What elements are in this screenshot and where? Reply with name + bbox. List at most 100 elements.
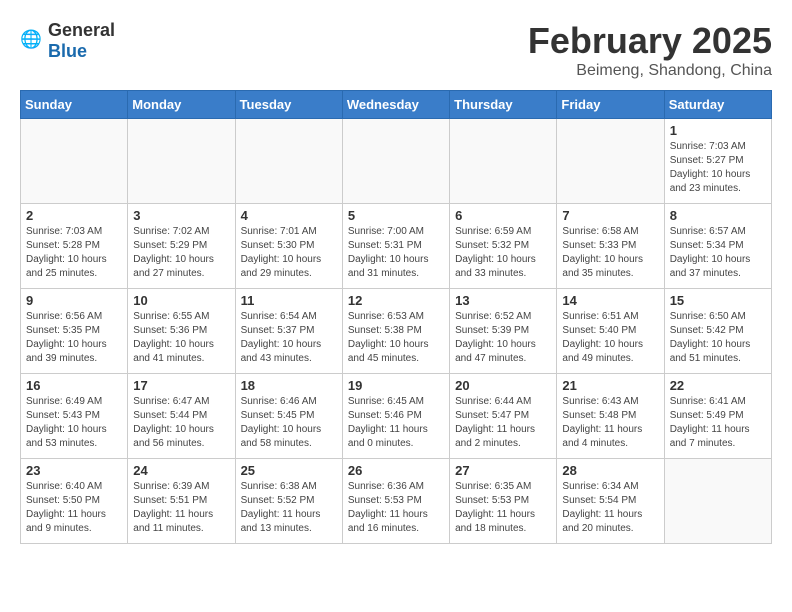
day-info: Sunrise: 6:49 AM Sunset: 5:43 PM Dayligh… bbox=[26, 395, 122, 451]
calendar-cell: 2Sunrise: 7:03 AM Sunset: 5:28 PM Daylig… bbox=[21, 204, 128, 289]
calendar-cell: 5 Sunrise: 7:00 AM Sunset: 5:31 PM Daylig… bbox=[342, 204, 449, 289]
calendar-cell: 6 Sunrise: 6:59 AM Sunset: 5:32 PM Daylig… bbox=[450, 204, 557, 289]
calendar-cell: 15 Sunrise: 6:50 AM Sunset: 5:42 PM Dayli… bbox=[664, 289, 771, 374]
day-number: 5 bbox=[348, 208, 444, 223]
calendar-cell: 25 Sunrise: 6:38 AM Sunset: 5:52 PM Dayli… bbox=[235, 459, 342, 544]
day-info: Sunrise: 6:51 AM Sunset: 5:40 PM Dayligh… bbox=[562, 310, 658, 366]
day-number: 13 bbox=[455, 293, 551, 308]
calendar-cell: 9 Sunrise: 6:56 AM Sunset: 5:35 PM Daylig… bbox=[21, 289, 128, 374]
calendar-subtitle: Beimeng, Shandong, China bbox=[528, 62, 772, 80]
day-number: 16 bbox=[26, 378, 122, 393]
calendar-cell: 22 Sunrise: 6:41 AM Sunset: 5:49 PM Dayli… bbox=[664, 374, 771, 459]
day-number: 27 bbox=[455, 463, 551, 478]
weekday-header-friday: Friday bbox=[557, 91, 664, 119]
day-number: 9 bbox=[26, 293, 122, 308]
calendar-cell: 3 Sunrise: 7:02 AM Sunset: 5:29 PM Daylig… bbox=[128, 204, 235, 289]
calendar-cell bbox=[342, 119, 449, 204]
day-info: Sunrise: 6:58 AM Sunset: 5:33 PM Dayligh… bbox=[562, 225, 658, 281]
day-number: 23 bbox=[26, 463, 122, 478]
calendar-cell: 1 Sunrise: 7:03 AM Sunset: 5:27 PM Daylig… bbox=[664, 119, 771, 204]
calendar-cell: 21Sunrise: 6:43 AM Sunset: 5:48 PM Dayli… bbox=[557, 374, 664, 459]
day-number: 1 bbox=[670, 123, 766, 138]
calendar-cell bbox=[450, 119, 557, 204]
calendar-cell: 12Sunrise: 6:53 AM Sunset: 5:38 PM Dayli… bbox=[342, 289, 449, 374]
calendar-cell: 23 Sunrise: 6:40 AM Sunset: 5:50 PM Dayli… bbox=[21, 459, 128, 544]
day-info: Sunrise: 6:39 AM Sunset: 5:51 PM Dayligh… bbox=[133, 480, 229, 536]
calendar-cell bbox=[128, 119, 235, 204]
week-row-5: 23 Sunrise: 6:40 AM Sunset: 5:50 PM Dayli… bbox=[21, 459, 772, 544]
title-section: February 2025 Beimeng, Shandong, China bbox=[528, 20, 772, 80]
day-info: Sunrise: 6:35 AM Sunset: 5:53 PM Dayligh… bbox=[455, 480, 551, 536]
day-number: 3 bbox=[133, 208, 229, 223]
day-number: 14 bbox=[562, 293, 658, 308]
calendar-cell bbox=[235, 119, 342, 204]
calendar-cell: 18Sunrise: 6:46 AM Sunset: 5:45 PM Dayli… bbox=[235, 374, 342, 459]
logo: 🌐 General Blue bbox=[20, 20, 115, 62]
day-info: Sunrise: 6:53 AM Sunset: 5:38 PM Dayligh… bbox=[348, 310, 444, 366]
day-info: Sunrise: 7:03 AM Sunset: 5:27 PM Dayligh… bbox=[670, 140, 766, 196]
calendar-cell: 8 Sunrise: 6:57 AM Sunset: 5:34 PM Daylig… bbox=[664, 204, 771, 289]
week-row-2: 2Sunrise: 7:03 AM Sunset: 5:28 PM Daylig… bbox=[21, 204, 772, 289]
calendar-cell: 20 Sunrise: 6:44 AM Sunset: 5:47 PM Dayli… bbox=[450, 374, 557, 459]
calendar-cell: 24 Sunrise: 6:39 AM Sunset: 5:51 PM Dayli… bbox=[128, 459, 235, 544]
day-number: 10 bbox=[133, 293, 229, 308]
calendar-title: February 2025 bbox=[528, 20, 772, 62]
day-info: Sunrise: 6:44 AM Sunset: 5:47 PM Dayligh… bbox=[455, 395, 551, 451]
day-number: 21 bbox=[562, 378, 658, 393]
week-row-4: 16 Sunrise: 6:49 AM Sunset: 5:43 PM Dayli… bbox=[21, 374, 772, 459]
weekday-header-row: SundayMondayTuesdayWednesdayThursdayFrid… bbox=[21, 91, 772, 119]
calendar-cell: 17 Sunrise: 6:47 AM Sunset: 5:44 PM Dayli… bbox=[128, 374, 235, 459]
logo-icon: 🌐 bbox=[20, 29, 44, 53]
day-number: 22 bbox=[670, 378, 766, 393]
calendar-table: SundayMondayTuesdayWednesdayThursdayFrid… bbox=[20, 90, 772, 544]
calendar-cell: 4 Sunrise: 7:01 AM Sunset: 5:30 PM Daylig… bbox=[235, 204, 342, 289]
day-info: Sunrise: 7:01 AM Sunset: 5:30 PM Dayligh… bbox=[241, 225, 337, 281]
day-info: Sunrise: 6:54 AM Sunset: 5:37 PM Dayligh… bbox=[241, 310, 337, 366]
day-number: 24 bbox=[133, 463, 229, 478]
calendar-cell: 26Sunrise: 6:36 AM Sunset: 5:53 PM Dayli… bbox=[342, 459, 449, 544]
day-number: 4 bbox=[241, 208, 337, 223]
calendar-cell: 28Sunrise: 6:34 AM Sunset: 5:54 PM Dayli… bbox=[557, 459, 664, 544]
day-number: 17 bbox=[133, 378, 229, 393]
logo-blue: Blue bbox=[48, 41, 87, 61]
weekday-header-monday: Monday bbox=[128, 91, 235, 119]
day-number: 6 bbox=[455, 208, 551, 223]
day-info: Sunrise: 6:38 AM Sunset: 5:52 PM Dayligh… bbox=[241, 480, 337, 536]
calendar-cell bbox=[557, 119, 664, 204]
day-number: 8 bbox=[670, 208, 766, 223]
day-number: 15 bbox=[670, 293, 766, 308]
day-number: 19 bbox=[348, 378, 444, 393]
calendar-cell: 11Sunrise: 6:54 AM Sunset: 5:37 PM Dayli… bbox=[235, 289, 342, 374]
weekday-header-sunday: Sunday bbox=[21, 91, 128, 119]
day-info: Sunrise: 6:55 AM Sunset: 5:36 PM Dayligh… bbox=[133, 310, 229, 366]
day-info: Sunrise: 6:36 AM Sunset: 5:53 PM Dayligh… bbox=[348, 480, 444, 536]
day-info: Sunrise: 6:50 AM Sunset: 5:42 PM Dayligh… bbox=[670, 310, 766, 366]
header: 🌐 General Blue February 2025 Beimeng, Sh… bbox=[20, 20, 772, 80]
calendar-cell: 19 Sunrise: 6:45 AM Sunset: 5:46 PM Dayli… bbox=[342, 374, 449, 459]
day-info: Sunrise: 7:03 AM Sunset: 5:28 PM Dayligh… bbox=[26, 225, 122, 281]
logo-general: General bbox=[48, 20, 115, 40]
day-info: Sunrise: 6:56 AM Sunset: 5:35 PM Dayligh… bbox=[26, 310, 122, 366]
week-row-1: 1 Sunrise: 7:03 AM Sunset: 5:27 PM Daylig… bbox=[21, 119, 772, 204]
day-number: 20 bbox=[455, 378, 551, 393]
day-info: Sunrise: 6:34 AM Sunset: 5:54 PM Dayligh… bbox=[562, 480, 658, 536]
weekday-header-thursday: Thursday bbox=[450, 91, 557, 119]
day-info: Sunrise: 6:57 AM Sunset: 5:34 PM Dayligh… bbox=[670, 225, 766, 281]
day-info: Sunrise: 6:41 AM Sunset: 5:49 PM Dayligh… bbox=[670, 395, 766, 451]
day-info: Sunrise: 6:59 AM Sunset: 5:32 PM Dayligh… bbox=[455, 225, 551, 281]
weekday-header-tuesday: Tuesday bbox=[235, 91, 342, 119]
day-number: 18 bbox=[241, 378, 337, 393]
day-info: Sunrise: 6:45 AM Sunset: 5:46 PM Dayligh… bbox=[348, 395, 444, 451]
day-info: Sunrise: 6:40 AM Sunset: 5:50 PM Dayligh… bbox=[26, 480, 122, 536]
day-info: Sunrise: 6:47 AM Sunset: 5:44 PM Dayligh… bbox=[133, 395, 229, 451]
calendar-cell: 7 Sunrise: 6:58 AM Sunset: 5:33 PM Daylig… bbox=[557, 204, 664, 289]
day-info: Sunrise: 6:52 AM Sunset: 5:39 PM Dayligh… bbox=[455, 310, 551, 366]
day-info: Sunrise: 7:00 AM Sunset: 5:31 PM Dayligh… bbox=[348, 225, 444, 281]
calendar-cell: 16 Sunrise: 6:49 AM Sunset: 5:43 PM Dayli… bbox=[21, 374, 128, 459]
day-number: 25 bbox=[241, 463, 337, 478]
weekday-header-saturday: Saturday bbox=[664, 91, 771, 119]
calendar-cell bbox=[664, 459, 771, 544]
day-number: 7 bbox=[562, 208, 658, 223]
day-info: Sunrise: 7:02 AM Sunset: 5:29 PM Dayligh… bbox=[133, 225, 229, 281]
calendar-cell: 27 Sunrise: 6:35 AM Sunset: 5:53 PM Dayli… bbox=[450, 459, 557, 544]
